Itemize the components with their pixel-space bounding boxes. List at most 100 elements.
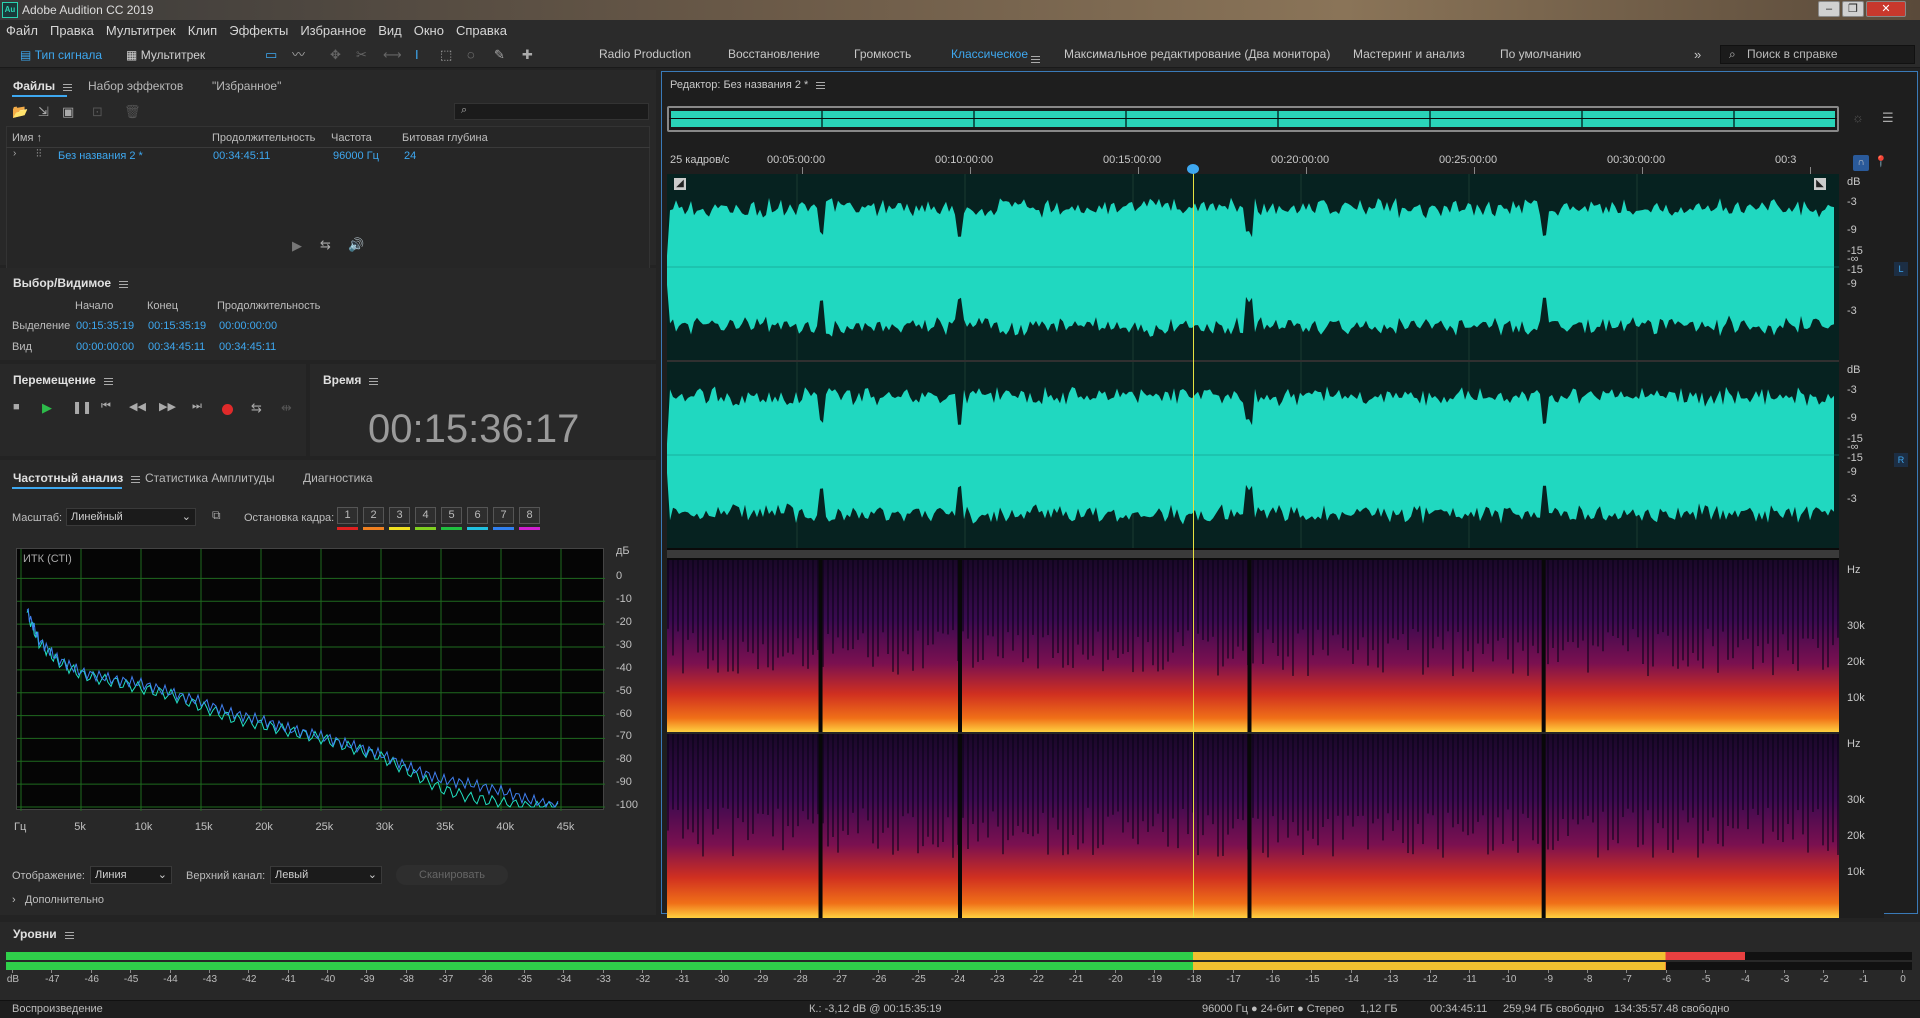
- pin-left-icon[interactable]: ◢: [674, 178, 686, 190]
- workspace-default[interactable]: По умолчанию: [1500, 47, 1581, 61]
- playhead[interactable]: [1193, 168, 1195, 918]
- razor-tool-icon[interactable]: ✂: [356, 46, 367, 64]
- freeze-button-1[interactable]: 1: [337, 507, 358, 524]
- tab-files[interactable]: Файлы: [13, 79, 73, 93]
- time-selection-tool-icon[interactable]: I: [415, 46, 419, 64]
- loop-preview-icon[interactable]: ⇆: [320, 237, 331, 253]
- files-menu-icon[interactable]: [63, 84, 73, 91]
- play-icon[interactable]: ▶: [42, 400, 52, 416]
- close-icon[interactable]: ✕: [1866, 1, 1906, 17]
- zoom-in-icon[interactable]: ☼: [1852, 110, 1864, 125]
- freeze-button-3[interactable]: 3: [389, 507, 410, 524]
- stop-icon[interactable]: ■: [13, 401, 20, 413]
- tab-effects-rack[interactable]: Набор эффектов: [88, 79, 183, 93]
- move-tool-icon[interactable]: ✥: [330, 46, 341, 64]
- freeze-button-5[interactable]: 5: [441, 507, 462, 524]
- workspace-loudness[interactable]: Громкость: [854, 47, 911, 61]
- tab-amplitude-stats[interactable]: Статистика Амплитуды: [145, 471, 275, 485]
- menu-file[interactable]: Файл: [0, 20, 44, 38]
- record-icon[interactable]: [222, 404, 233, 415]
- pause-icon[interactable]: ❚❚: [72, 400, 92, 414]
- maximize-icon[interactable]: ❐: [1842, 1, 1864, 17]
- selection-start[interactable]: 00:15:35:19: [76, 320, 134, 332]
- autoplay-icon[interactable]: 🔊: [348, 237, 364, 253]
- waveform-view-icon[interactable]: ▭: [265, 46, 277, 64]
- workspace-mastering[interactable]: Мастеринг и анализ: [1353, 47, 1465, 61]
- workspace-restoration[interactable]: Восстановление: [728, 47, 820, 61]
- insert-icon[interactable]: ⊡: [92, 104, 103, 120]
- chevron-right-icon[interactable]: ›: [13, 148, 16, 159]
- editor-menu-icon[interactable]: [816, 82, 826, 89]
- time-display[interactable]: 00:15:36:17: [368, 407, 579, 452]
- tab-frequency-analysis[interactable]: Частотный анализ: [13, 471, 141, 485]
- scan-button[interactable]: Сканировать: [396, 865, 508, 885]
- marker-icon[interactable]: 📍: [1874, 155, 1888, 168]
- table-row[interactable]: › ⫶⫶ Без названия 2 * 00:34:45:11 96000 …: [6, 148, 650, 164]
- col-name[interactable]: Имя ↑: [12, 132, 42, 144]
- menu-window[interactable]: Окно: [408, 20, 450, 38]
- overview-navigator[interactable]: [667, 106, 1839, 132]
- marquee-tool-icon[interactable]: ⬚: [440, 46, 452, 64]
- copy-icon[interactable]: ⧉: [212, 508, 221, 523]
- levels-menu-icon[interactable]: [64, 932, 74, 939]
- time-menu-icon[interactable]: [369, 378, 379, 385]
- minimize-icon[interactable]: –: [1818, 1, 1840, 17]
- menu-help[interactable]: Справка: [450, 20, 513, 38]
- analysis-menu-icon[interactable]: [131, 476, 141, 483]
- menu-effects[interactable]: Эффекты: [223, 20, 294, 38]
- skip-forward-icon[interactable]: ⏭: [192, 400, 202, 413]
- lasso-tool-icon[interactable]: ◌: [467, 46, 475, 64]
- selection-duration[interactable]: 00:00:00:00: [219, 320, 277, 332]
- freeze-button-6[interactable]: 6: [467, 507, 488, 524]
- loop-icon[interactable]: ⇆: [251, 400, 262, 416]
- rewind-icon[interactable]: ◀◀: [129, 400, 146, 413]
- advanced-toggle[interactable]: › Дополнительно: [12, 894, 104, 906]
- snap-icon[interactable]: ∩: [1853, 155, 1869, 171]
- open-file-icon[interactable]: 📂: [12, 104, 28, 120]
- display-select[interactable]: Линия ⌄: [90, 866, 172, 884]
- waveform-display[interactable]: [667, 174, 1839, 918]
- panel-layout-icon[interactable]: ☰: [1882, 110, 1894, 126]
- fast-forward-icon[interactable]: ▶▶: [159, 400, 176, 413]
- selection-menu-icon[interactable]: [119, 281, 129, 288]
- workspace-menu-icon[interactable]: [1031, 51, 1040, 65]
- import-file-icon[interactable]: ⇲: [38, 104, 49, 120]
- col-depth[interactable]: Битовая глубина: [402, 132, 488, 144]
- menu-favorites[interactable]: Избранное: [294, 20, 372, 38]
- tab-favorites[interactable]: "Избранное": [212, 79, 281, 93]
- files-search-input[interactable]: ⌕: [454, 103, 649, 120]
- workspace-classic[interactable]: Классическое: [951, 47, 1028, 61]
- menu-view[interactable]: Вид: [372, 20, 408, 38]
- workspace-radio-production[interactable]: Radio Production: [599, 47, 691, 61]
- menu-multitrack[interactable]: Мультитрек: [100, 20, 182, 38]
- freeze-button-4[interactable]: 4: [415, 507, 436, 524]
- spectral-view-icon[interactable]: 〰: [292, 46, 305, 64]
- multitrack-mode-button[interactable]: ▦ Мультитрек: [126, 46, 205, 64]
- menu-clip[interactable]: Клип: [182, 20, 223, 38]
- view-start[interactable]: 00:00:00:00: [76, 341, 134, 353]
- more-workspaces-icon[interactable]: »: [1694, 47, 1701, 62]
- brush-tool-icon[interactable]: ✎: [494, 46, 505, 64]
- freeze-button-7[interactable]: 7: [493, 507, 514, 524]
- selection-end[interactable]: 00:15:35:19: [148, 320, 206, 332]
- skip-back-icon[interactable]: ⏮: [101, 400, 111, 413]
- new-file-icon[interactable]: ▣: [62, 104, 74, 120]
- timeline-ruler[interactable]: 25 кадров/с 00:05:00:00 00:10:00:00 00:15:…: [667, 152, 1839, 174]
- view-end[interactable]: 00:34:45:11: [148, 341, 205, 353]
- spectrum-plot[interactable]: ИТК (СТI): [16, 548, 605, 811]
- workspace-max-edit[interactable]: Максимальное редактирование (Два монитор…: [1064, 47, 1330, 61]
- channel-select[interactable]: Левый ⌄: [270, 866, 382, 884]
- view-duration[interactable]: 00:34:45:11: [219, 341, 276, 353]
- scale-select[interactable]: Линейный ⌄: [66, 508, 196, 526]
- col-duration[interactable]: Продолжительность: [212, 132, 315, 144]
- menu-edit[interactable]: Правка: [44, 20, 100, 38]
- freeze-button-8[interactable]: 8: [519, 507, 540, 524]
- channel-left-badge[interactable]: L: [1894, 262, 1908, 276]
- skip-icon[interactable]: ⇹: [281, 400, 292, 416]
- transport-menu-icon[interactable]: [103, 378, 113, 385]
- freeze-button-2[interactable]: 2: [363, 507, 384, 524]
- waveform-mode-button[interactable]: ▤ Тип сигнала: [20, 46, 102, 64]
- pin-right-icon[interactable]: ◣: [1814, 178, 1826, 190]
- healing-tool-icon[interactable]: ✚: [522, 46, 533, 64]
- tab-diagnostics[interactable]: Диагностика: [303, 471, 373, 485]
